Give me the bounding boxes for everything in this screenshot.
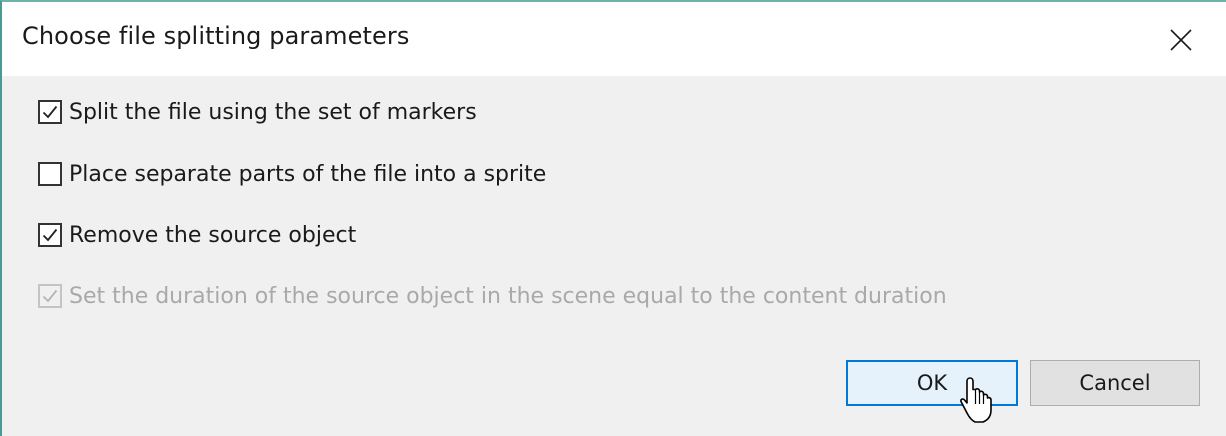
checkbox-split-by-markers[interactable]: [38, 100, 62, 124]
option-split-by-markers[interactable]: Split the file using the set of markers: [38, 97, 477, 127]
dialog-body: Split the file using the set of markers …: [2, 76, 1226, 436]
option-place-into-sprite[interactable]: Place separate parts of the file into a …: [38, 159, 546, 189]
ok-button[interactable]: OK: [846, 360, 1018, 406]
checkmark-icon: [42, 228, 58, 242]
checkmark-icon: [42, 289, 58, 303]
option-label: Remove the source object: [69, 222, 357, 248]
checkbox-remove-source[interactable]: [38, 223, 62, 247]
cancel-button[interactable]: Cancel: [1030, 360, 1200, 406]
checkbox-place-into-sprite[interactable]: [38, 162, 62, 186]
option-remove-source[interactable]: Remove the source object: [38, 220, 356, 250]
option-label: Set the duration of the source object in…: [69, 283, 947, 309]
option-set-duration: Set the duration of the source object in…: [38, 281, 947, 311]
dialog-title: Choose file splitting parameters: [22, 22, 410, 50]
option-label: Place separate parts of the file into a …: [69, 161, 547, 187]
checkmark-icon: [42, 105, 58, 119]
option-label: Split the file using the set of markers: [69, 99, 477, 125]
close-icon: [1170, 29, 1192, 51]
dialog-window: Choose file splitting parameters Split t…: [0, 0, 1226, 436]
close-button[interactable]: [1152, 14, 1210, 66]
title-bar: Choose file splitting parameters: [2, 2, 1226, 76]
checkbox-set-duration: [38, 284, 62, 308]
